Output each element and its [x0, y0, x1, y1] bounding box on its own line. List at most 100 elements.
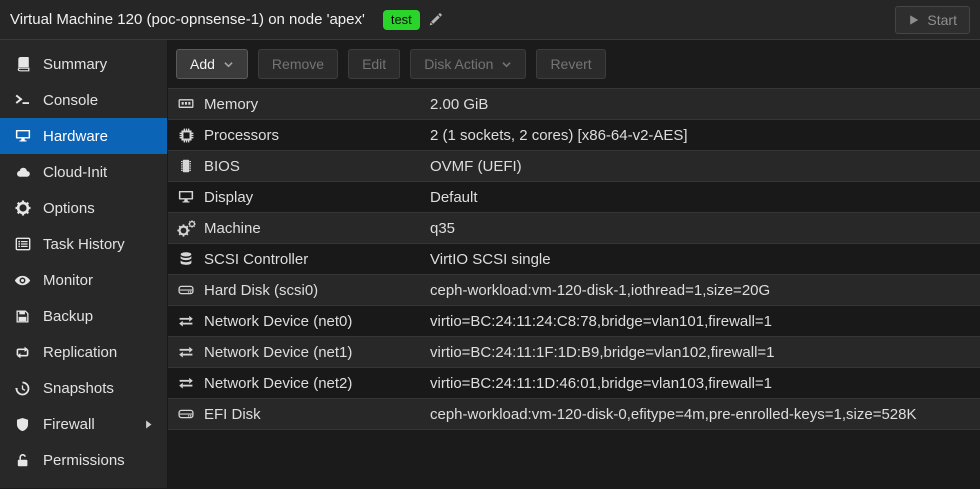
row-value: 2 (1 sockets, 2 cores) [x86-64-v2-AES] [430, 127, 980, 144]
disk-action-button[interactable]: Disk Action [410, 49, 526, 79]
hdd-icon [178, 282, 194, 298]
sidebar-item-replication[interactable]: Replication [0, 334, 167, 370]
row-value: ceph-workload:vm-120-disk-0,efitype=4m,p… [430, 406, 980, 423]
row-value: virtio=BC:24:11:24:C8:78,bridge=vlan101,… [430, 313, 980, 330]
row-key: Processors [204, 127, 430, 144]
sidebar-item-hardware[interactable]: Hardware [0, 118, 167, 154]
history-icon [13, 381, 32, 396]
page-title: Virtual Machine 120 (poc-opnsense-1) on … [10, 11, 365, 28]
start-button[interactable]: Start [895, 6, 970, 34]
sidebar-item-monitor[interactable]: Monitor [0, 262, 167, 298]
table-row-memory[interactable]: Memory 2.00 GiB [168, 89, 980, 120]
hardware-table: Memory 2.00 GiB Processors 2 (1 sockets,… [168, 88, 980, 430]
desktop-icon [178, 189, 194, 205]
sidebar-item-label: Snapshots [43, 380, 114, 397]
edit-button-label: Edit [362, 56, 386, 72]
exchange-icon [178, 313, 194, 329]
floppy-icon [13, 309, 32, 324]
desktop-icon [13, 128, 32, 144]
row-key: Machine [204, 220, 430, 237]
gear-icon [13, 200, 32, 216]
vm-tag: test [383, 10, 420, 30]
row-value: virtio=BC:24:11:1D:46:01,bridge=vlan103,… [430, 375, 980, 392]
table-row-bios[interactable]: BIOS OVMF (UEFI) [168, 151, 980, 182]
memory-icon [178, 96, 194, 112]
database-icon [178, 251, 194, 267]
row-key: Memory [204, 96, 430, 113]
sidebar-item-label: Hardware [43, 128, 108, 145]
sidebar-item-label: Firewall [43, 416, 95, 433]
eye-icon [13, 272, 32, 289]
remove-button-label: Remove [272, 56, 324, 72]
table-row-processors[interactable]: Processors 2 (1 sockets, 2 cores) [x86-6… [168, 120, 980, 151]
sidebar: Summary Console Hardware Cloud-Init Opti… [0, 40, 168, 488]
retweet-icon [13, 344, 32, 361]
sidebar-item-label: Permissions [43, 452, 125, 469]
toolbar: Add Remove Edit Disk Action Revert [168, 40, 980, 88]
sidebar-item-summary[interactable]: Summary [0, 46, 167, 82]
row-key: BIOS [204, 158, 430, 175]
row-key: Network Device (net0) [204, 313, 430, 330]
sidebar-item-label: Cloud-Init [43, 164, 107, 181]
table-row-hard-disk[interactable]: Hard Disk (scsi0) ceph-workload:vm-120-d… [168, 275, 980, 306]
table-row-machine[interactable]: Machine q35 [168, 213, 980, 244]
row-key: EFI Disk [204, 406, 430, 423]
sidebar-item-task-history[interactable]: Task History [0, 226, 167, 262]
terminal-icon [13, 92, 32, 108]
chevron-down-icon [501, 59, 512, 70]
hdd-icon [178, 406, 194, 422]
row-value: ceph-workload:vm-120-disk-1,iothread=1,s… [430, 282, 980, 299]
exchange-icon [178, 344, 194, 360]
row-key: Network Device (net1) [204, 344, 430, 361]
disk-action-button-label: Disk Action [424, 56, 493, 72]
row-value: Default [430, 189, 980, 206]
edit-button[interactable]: Edit [348, 49, 400, 79]
add-button-label: Add [190, 56, 215, 72]
sidebar-item-label: Options [43, 200, 95, 217]
sidebar-item-label: Monitor [43, 272, 93, 289]
titlebar: Virtual Machine 120 (poc-opnsense-1) on … [0, 0, 980, 40]
table-row-display[interactable]: Display Default [168, 182, 980, 213]
sidebar-item-permissions[interactable]: Permissions [0, 442, 167, 478]
caret-right-icon [143, 419, 154, 430]
pencil-icon [428, 12, 443, 27]
table-row-net0[interactable]: Network Device (net0) virtio=BC:24:11:24… [168, 306, 980, 337]
sidebar-item-label: Summary [43, 56, 107, 73]
row-value: 2.00 GiB [430, 96, 980, 113]
table-row-net1[interactable]: Network Device (net1) virtio=BC:24:11:1F… [168, 337, 980, 368]
sidebar-item-snapshots[interactable]: Snapshots [0, 370, 167, 406]
cloud-icon [13, 164, 32, 180]
unlock-icon [13, 452, 32, 468]
cogs-icon [177, 220, 196, 237]
add-button[interactable]: Add [176, 49, 248, 79]
shield-icon [13, 417, 32, 432]
sidebar-item-label: Backup [43, 308, 93, 325]
play-icon [908, 14, 920, 26]
exchange-icon [178, 375, 194, 391]
table-row-scsi-controller[interactable]: SCSI Controller VirtIO SCSI single [168, 244, 980, 275]
revert-button-label: Revert [550, 56, 591, 72]
remove-button[interactable]: Remove [258, 49, 338, 79]
chevron-down-icon [223, 59, 234, 70]
row-key: Display [204, 189, 430, 206]
list-icon [13, 236, 32, 252]
row-value: virtio=BC:24:11:1F:1D:B9,bridge=vlan102,… [430, 344, 980, 361]
table-row-net2[interactable]: Network Device (net2) virtio=BC:24:11:1D… [168, 368, 980, 399]
hardware-panel: Add Remove Edit Disk Action Revert Memor… [168, 40, 980, 488]
row-key: Network Device (net2) [204, 375, 430, 392]
revert-button[interactable]: Revert [536, 49, 605, 79]
sidebar-item-firewall[interactable]: Firewall [0, 406, 167, 442]
sidebar-item-label: Replication [43, 344, 117, 361]
sidebar-item-label: Task History [43, 236, 125, 253]
sidebar-item-console[interactable]: Console [0, 82, 167, 118]
sidebar-item-cloud-init[interactable]: Cloud-Init [0, 154, 167, 190]
edit-tags-button[interactable] [428, 12, 443, 27]
start-button-label: Start [927, 12, 957, 28]
book-icon [13, 56, 32, 72]
cpu-icon [178, 127, 195, 144]
table-row-efi-disk[interactable]: EFI Disk ceph-workload:vm-120-disk-0,efi… [168, 399, 980, 430]
sidebar-item-backup[interactable]: Backup [0, 298, 167, 334]
row-value: OVMF (UEFI) [430, 158, 980, 175]
row-key: Hard Disk (scsi0) [204, 282, 430, 299]
sidebar-item-options[interactable]: Options [0, 190, 167, 226]
